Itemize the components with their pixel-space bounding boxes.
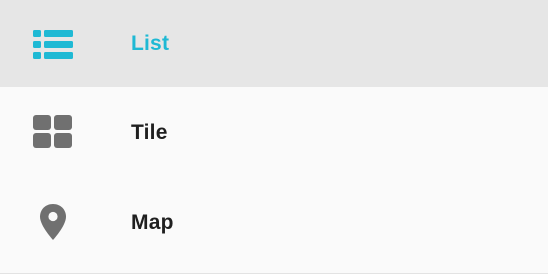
- map-pin-icon: [31, 200, 75, 244]
- menu-item-map[interactable]: Map: [0, 177, 548, 267]
- list-icon: [31, 22, 75, 66]
- menu-item-list[interactable]: List: [0, 0, 548, 87]
- menu-item-label: Tile: [131, 120, 168, 144]
- menu-item-label: List: [131, 32, 170, 55]
- view-mode-menu: List Tile Map: [0, 0, 548, 274]
- tile-grid-icon: [31, 110, 75, 154]
- menu-item-label: Map: [131, 210, 174, 234]
- menu-item-tile[interactable]: Tile: [0, 87, 548, 177]
